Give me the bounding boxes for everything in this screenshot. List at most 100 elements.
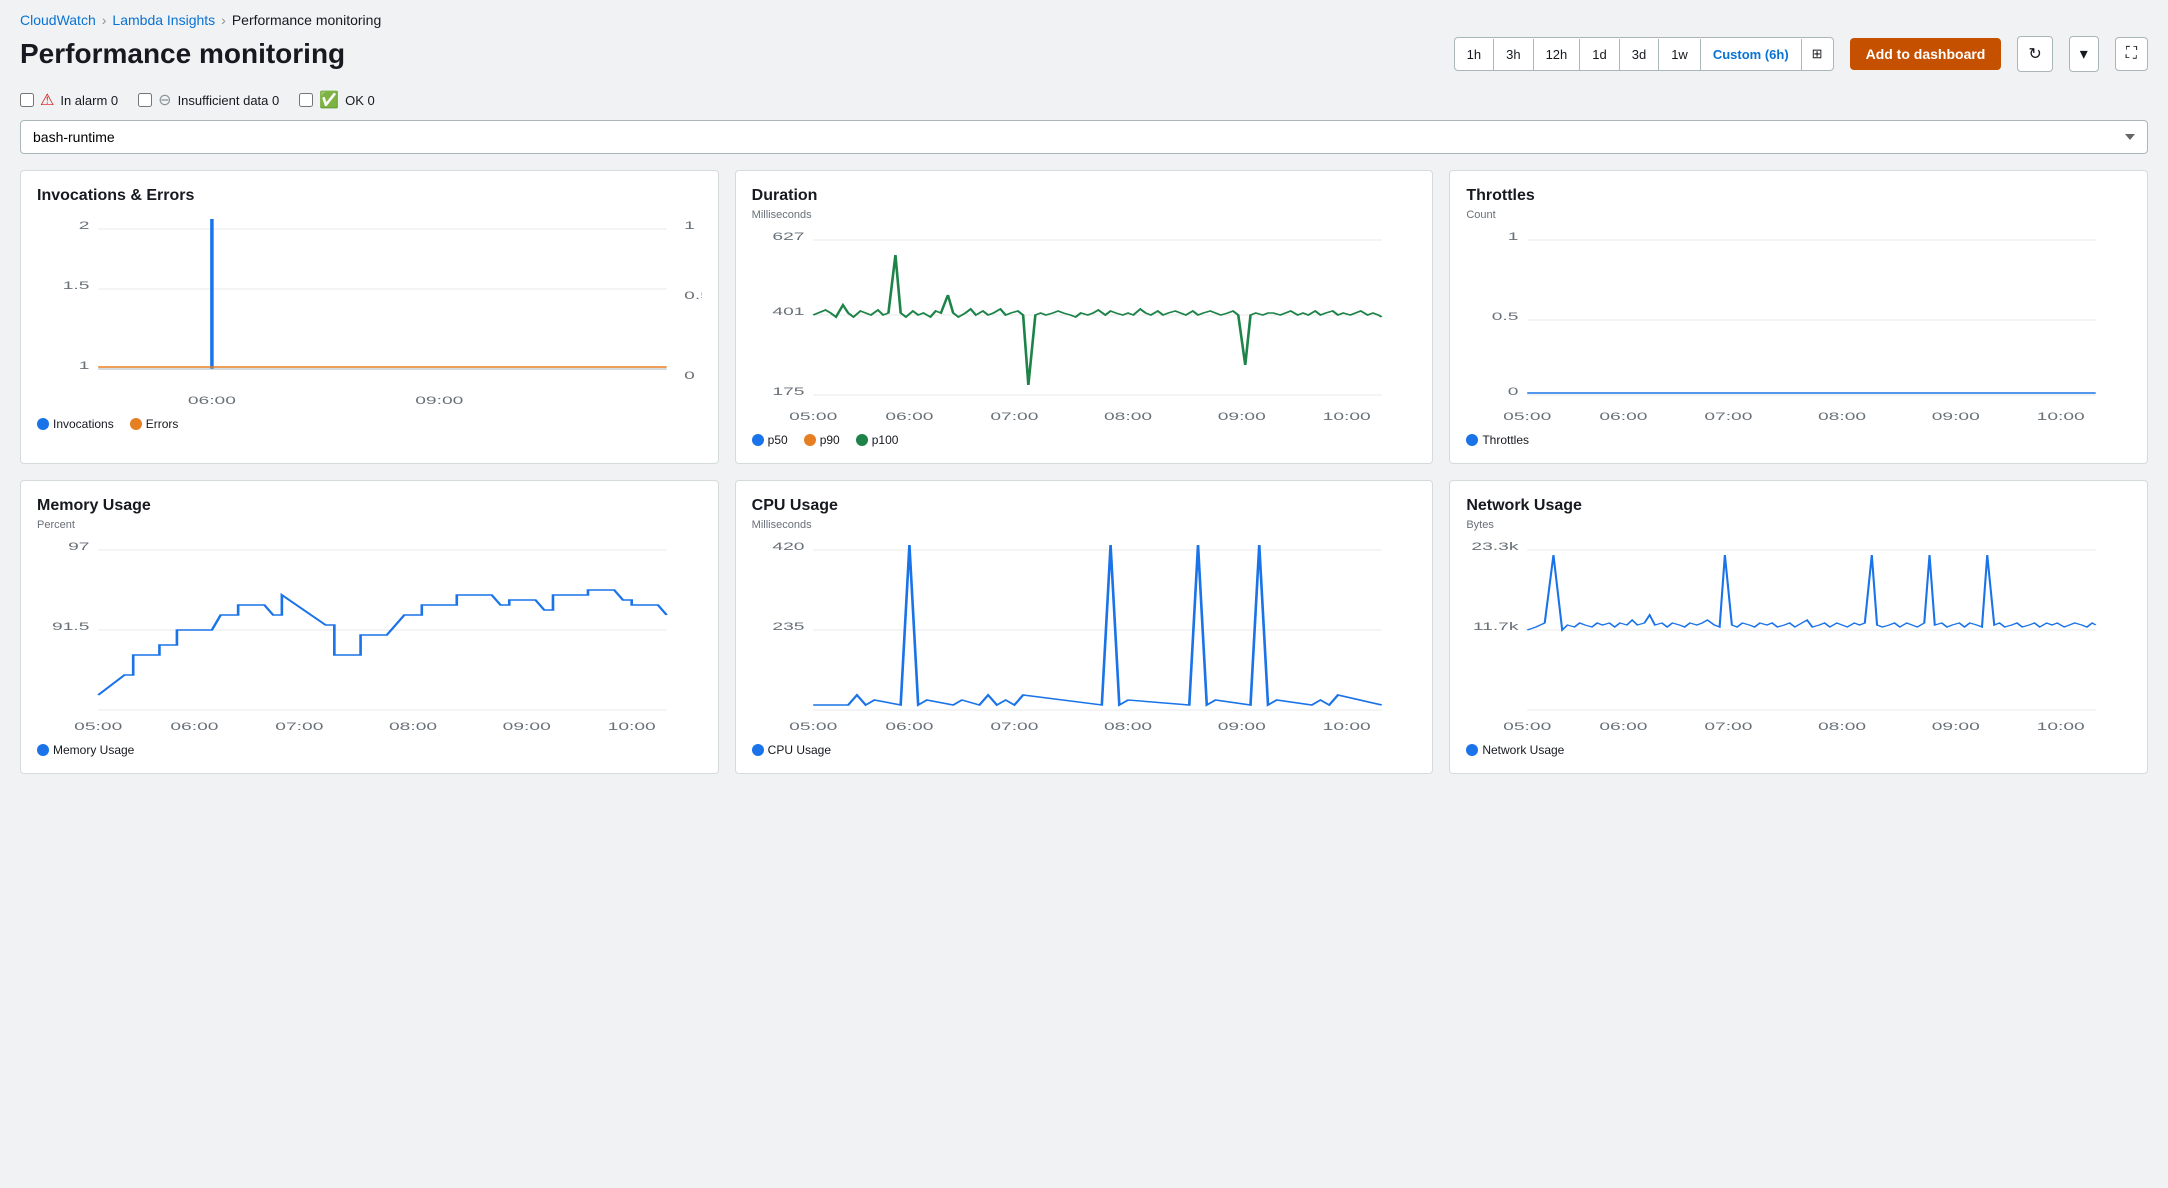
page-title: Performance monitoring: [20, 38, 1438, 70]
svg-text:08:00: 08:00: [1104, 721, 1152, 733]
network-color: [1466, 744, 1478, 756]
throttles-unit: Count: [1466, 209, 2131, 221]
memory-usage-chart: 97 91.5 05:00 06:00 07:00 08:00 09:00 10…: [37, 535, 702, 735]
alarm-ok[interactable]: ✅ OK 0: [299, 90, 375, 110]
svg-text:1: 1: [1508, 231, 1519, 243]
svg-text:09:00: 09:00: [1217, 411, 1265, 423]
breadcrumb: CloudWatch › Lambda Insights › Performan…: [0, 0, 2168, 32]
memory-legend: Memory Usage: [37, 743, 702, 757]
charts-row-2: Memory Usage Percent 97 91.5 05:00 06:00…: [0, 480, 2168, 790]
throttles-legend: Throttles: [1466, 433, 2131, 447]
network-usage-unit: Bytes: [1466, 519, 2131, 531]
function-selector[interactable]: bash-runtime: [20, 120, 2148, 154]
svg-text:10:00: 10:00: [2037, 721, 2085, 733]
invocations-errors-chart: 2 1.5 1 1 0.5 0 06:00 09:00: [37, 209, 702, 409]
grid-view-button[interactable]: ⊞: [1802, 38, 1833, 70]
time-controls: 1h 3h 12h 1d 3d 1w Custom (6h) ⊞: [1454, 37, 1834, 71]
alarm-in-alarm[interactable]: ⚠ In alarm 0: [20, 90, 118, 110]
svg-text:07:00: 07:00: [1705, 721, 1753, 733]
svg-text:06:00: 06:00: [885, 721, 933, 733]
errors-color: [130, 418, 142, 430]
throttles-color: [1466, 434, 1478, 446]
alarm-icon: ⚠: [40, 90, 54, 110]
time-1d[interactable]: 1d: [1580, 39, 1619, 70]
svg-text:05:00: 05:00: [1503, 411, 1551, 423]
memory-usage-unit: Percent: [37, 519, 702, 531]
page-header: Performance monitoring 1h 3h 12h 1d 3d 1…: [0, 32, 2168, 84]
duration-legend: p50 p90 p100: [752, 433, 1417, 447]
svg-text:08:00: 08:00: [1104, 411, 1152, 423]
alarm-bar: ⚠ In alarm 0 ⊖ Insufficient data 0 ✅ OK …: [0, 84, 2168, 120]
alarm-insufficient-label: Insufficient data 0: [178, 93, 280, 108]
time-3d[interactable]: 3d: [1620, 39, 1659, 70]
time-12h[interactable]: 12h: [1534, 39, 1581, 70]
svg-text:09:00: 09:00: [503, 721, 551, 733]
svg-text:06:00: 06:00: [885, 411, 933, 423]
legend-p100: p100: [856, 433, 899, 447]
memory-usage-card: Memory Usage Percent 97 91.5 05:00 06:00…: [20, 480, 719, 774]
svg-text:05:00: 05:00: [74, 721, 122, 733]
svg-text:05:00: 05:00: [789, 721, 837, 733]
svg-text:05:00: 05:00: [789, 411, 837, 423]
svg-text:06:00: 06:00: [1600, 411, 1648, 423]
svg-text:1.5: 1.5: [63, 280, 90, 292]
fullscreen-button[interactable]: ⛶: [2115, 37, 2148, 71]
throttles-label: Throttles: [1482, 433, 1529, 447]
svg-text:11.7k: 11.7k: [1473, 621, 1519, 633]
time-custom[interactable]: Custom (6h): [1701, 39, 1802, 70]
svg-text:10:00: 10:00: [1322, 721, 1370, 733]
svg-text:1: 1: [684, 220, 695, 232]
legend-memory: Memory Usage: [37, 743, 134, 757]
alarm-insufficient-checkbox[interactable]: [138, 93, 152, 107]
svg-text:175: 175: [772, 386, 804, 398]
dropdown-button[interactable]: ▾: [2069, 36, 2099, 72]
svg-text:23.3k: 23.3k: [1472, 541, 1519, 553]
legend-invocations: Invocations: [37, 417, 114, 431]
legend-p50: p50: [752, 433, 788, 447]
alarm-ok-label: OK 0: [345, 93, 375, 108]
svg-text:401: 401: [772, 306, 804, 318]
cpu-legend: CPU Usage: [752, 743, 1417, 757]
svg-text:420: 420: [772, 541, 804, 553]
svg-text:235: 235: [772, 621, 804, 633]
function-select-input[interactable]: bash-runtime: [20, 120, 2148, 154]
breadcrumb-current: Performance monitoring: [232, 12, 381, 28]
alarm-in-alarm-checkbox[interactable]: [20, 93, 34, 107]
svg-text:06:00: 06:00: [170, 721, 218, 733]
legend-cpu: CPU Usage: [752, 743, 831, 757]
time-1h[interactable]: 1h: [1455, 39, 1494, 70]
alarm-ok-checkbox[interactable]: [299, 93, 313, 107]
invocations-color: [37, 418, 49, 430]
invocations-errors-title: Invocations & Errors: [37, 187, 702, 205]
cpu-usage-card: CPU Usage Milliseconds 420 235 05:00 06:…: [735, 480, 1434, 774]
charts-row-1: Invocations & Errors 2 1.5 1 1 0.5 0 06:…: [0, 170, 2168, 480]
cpu-usage-unit: Milliseconds: [752, 519, 1417, 531]
svg-text:10:00: 10:00: [608, 721, 656, 733]
refresh-button[interactable]: ↻: [2017, 36, 2052, 72]
time-1w[interactable]: 1w: [1659, 39, 1701, 70]
time-3h[interactable]: 3h: [1494, 39, 1533, 70]
p90-label: p90: [820, 433, 840, 447]
legend-network: Network Usage: [1466, 743, 1564, 757]
invocations-errors-card: Invocations & Errors 2 1.5 1 1 0.5 0 06:…: [20, 170, 719, 464]
invocations-errors-legend: Invocations Errors: [37, 417, 702, 431]
svg-text:91.5: 91.5: [52, 621, 90, 633]
memory-label: Memory Usage: [53, 743, 134, 757]
errors-label: Errors: [146, 417, 179, 431]
legend-errors: Errors: [130, 417, 179, 431]
cpu-usage-title: CPU Usage: [752, 497, 1417, 515]
p90-color: [804, 434, 816, 446]
breadcrumb-sep-2: ›: [221, 12, 226, 28]
svg-text:09:00: 09:00: [415, 395, 463, 407]
memory-color: [37, 744, 49, 756]
svg-text:0: 0: [1508, 386, 1519, 398]
svg-text:10:00: 10:00: [2037, 411, 2085, 423]
p50-label: p50: [768, 433, 788, 447]
breadcrumb-cloudwatch[interactable]: CloudWatch: [20, 12, 96, 28]
add-dashboard-button[interactable]: Add to dashboard: [1850, 38, 2002, 70]
breadcrumb-lambda-insights[interactable]: Lambda Insights: [112, 12, 215, 28]
alarm-insufficient[interactable]: ⊖ Insufficient data 0: [138, 90, 279, 110]
svg-text:97: 97: [68, 541, 89, 553]
svg-text:0.5: 0.5: [684, 290, 701, 302]
svg-text:08:00: 08:00: [1818, 411, 1866, 423]
